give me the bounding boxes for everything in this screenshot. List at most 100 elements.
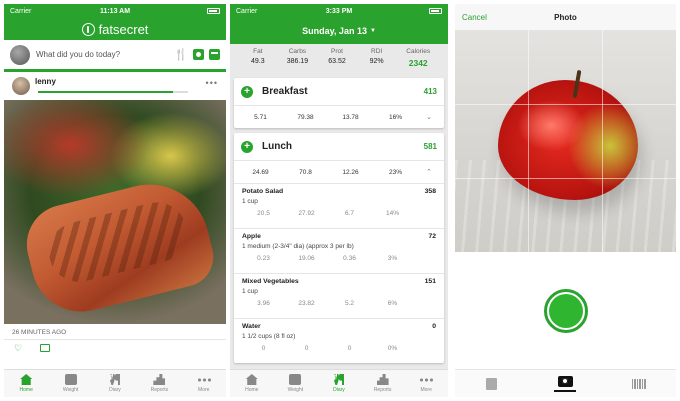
shutter-button[interactable] <box>543 288 588 333</box>
meal-name: Lunch <box>262 141 292 152</box>
add-food-button[interactable]: + <box>241 140 253 153</box>
tab-label: Reports <box>373 387 392 393</box>
tab-weight[interactable]: Weight <box>275 374 315 393</box>
feed-actions: ♡ <box>4 340 226 354</box>
tab-more[interactable]: More <box>184 374 224 393</box>
add-food-button[interactable]: + <box>241 85 253 98</box>
tab-label: Reports <box>150 387 169 393</box>
tab-weight[interactable]: Weight <box>51 374 91 393</box>
status-bar: Carrier 11:13 AM <box>4 4 226 18</box>
tab-bar: Home Weight Diary Reports More <box>4 369 226 397</box>
tab-diary[interactable]: Diary <box>95 374 135 393</box>
active-tab-indicator <box>554 389 577 392</box>
food-item[interactable]: Water 0 1 1/2 cups (8 fl oz) 0 0 0 0% <box>234 318 444 363</box>
food-nutrient: 14% <box>385 210 399 217</box>
comment-icon[interactable] <box>40 344 51 352</box>
photo-screen: Cancel Photo <box>455 4 676 397</box>
food-item[interactable]: Potato Salad 358 1 cup 20.5 27.92 6.7 14% <box>234 183 444 228</box>
more-options-icon[interactable]: ••• <box>206 78 218 88</box>
post-composer[interactable]: What did you do today? 🍴 <box>4 40 226 72</box>
chevron-down-icon[interactable]: ⌄ <box>418 113 440 121</box>
tab-camera[interactable] <box>545 375 585 392</box>
total-value: 79.38 <box>297 113 314 121</box>
grid-line <box>602 30 603 252</box>
feed-username[interactable]: lenny <box>35 77 56 86</box>
status-time: 3:33 PM <box>325 7 353 15</box>
summary-value-fat: 49.3 <box>250 58 265 65</box>
camera-viewfinder[interactable] <box>455 30 676 252</box>
grid-line <box>455 178 676 179</box>
total-value: 12.26 <box>342 168 359 176</box>
shutter-inner <box>548 293 583 328</box>
camera-mode-tabs <box>455 369 676 397</box>
tab-diary[interactable]: Diary <box>319 374 359 393</box>
food-nutrient: 0.23 <box>257 255 270 262</box>
tab-reports[interactable]: Reports <box>363 374 403 393</box>
food-nutrient: 0% <box>387 345 398 352</box>
summary-header: Prot <box>331 48 343 55</box>
food-name: Apple <box>242 233 261 240</box>
weight-icon <box>289 374 302 385</box>
app-title: fatsecret <box>98 21 149 37</box>
feed-avatar[interactable] <box>12 77 30 95</box>
fatsecret-logo-icon <box>81 22 95 36</box>
note-icon[interactable] <box>209 49 220 60</box>
chevron-up-icon[interactable]: ⌃ <box>418 168 440 176</box>
food-item[interactable]: Mixed Vegetables 151 1 cup 3.96 23.82 5.2 6% <box>234 273 444 318</box>
apple-subject <box>498 80 638 200</box>
cancel-button[interactable]: Cancel <box>462 13 487 22</box>
date-selector[interactable]: Sunday, Jan 13 ▼ <box>230 18 448 44</box>
summary-value-calories: 2342 <box>408 58 428 68</box>
tab-home[interactable]: Home <box>6 374 46 393</box>
tab-label: Weight <box>287 387 304 393</box>
food-nutrient: 6% <box>387 300 398 307</box>
tab-label: More <box>420 387 432 393</box>
feed-food-photo[interactable] <box>4 100 226 324</box>
shutter-area <box>455 252 676 369</box>
post-input[interactable]: What did you do today? <box>36 50 174 59</box>
tab-reports[interactable]: Reports <box>139 374 179 393</box>
feed-progress-fill <box>38 91 173 93</box>
total-value: 24.69 <box>252 168 269 176</box>
chevron-down-icon: ▼ <box>369 28 376 34</box>
tab-gallery[interactable] <box>472 377 512 390</box>
tab-label: Home <box>245 387 259 393</box>
meal-header[interactable]: + Lunch 581 <box>234 133 444 161</box>
summary-header: RDI <box>371 48 383 55</box>
meal-card-breakfast: + Breakfast 413 5.71 79.38 13.78 16% ⌄ <box>234 78 444 128</box>
camera-icon[interactable] <box>193 49 204 60</box>
summary-header: Carbs <box>288 48 307 55</box>
feed-screen: Carrier 11:13 AM fatsecret What did you … <box>4 4 226 397</box>
more-icon <box>419 378 434 382</box>
food-name: Water <box>242 323 261 330</box>
summary-header: Fat <box>253 48 263 55</box>
food-calories: 358 <box>424 188 436 195</box>
tab-label: Diary <box>109 387 121 393</box>
meal-totals[interactable]: 24.69 70.8 12.26 23% ⌃ <box>234 161 444 183</box>
total-value: 13.78 <box>342 113 359 121</box>
food-nutrient: 19.06 <box>298 255 315 262</box>
diary-icon <box>109 374 120 385</box>
gallery-icon <box>486 377 498 390</box>
food-calories: 0 <box>432 323 436 330</box>
tab-barcode[interactable] <box>619 378 659 389</box>
tab-label: Diary <box>333 387 345 393</box>
food-nutrient: 6.7 <box>344 210 355 217</box>
tab-home[interactable]: Home <box>232 374 272 393</box>
home-icon <box>20 374 33 385</box>
total-value: 70.8 <box>299 168 312 176</box>
summary-header: Calories <box>406 48 431 55</box>
battery-icon <box>429 8 442 14</box>
food-serving: 1 cup <box>242 198 258 205</box>
food-serving: 1 1/2 cups (8 fl oz) <box>242 333 296 340</box>
meal-header[interactable]: + Breakfast 413 <box>234 78 444 106</box>
diary-icon <box>333 374 344 385</box>
food-utensils-icon[interactable]: 🍴 <box>174 48 188 61</box>
food-serving: 1 cup <box>242 288 258 295</box>
feed-post-header: lenny ••• <box>4 72 226 100</box>
meal-totals[interactable]: 5.71 79.38 13.78 16% ⌄ <box>234 106 444 128</box>
food-nutrient: 27.92 <box>298 210 315 217</box>
tab-more[interactable]: More <box>406 374 446 393</box>
food-item[interactable]: Apple 72 1 medium (2-3/4" dia) (approx 3 … <box>234 228 444 273</box>
heart-icon[interactable]: ♡ <box>14 343 22 353</box>
